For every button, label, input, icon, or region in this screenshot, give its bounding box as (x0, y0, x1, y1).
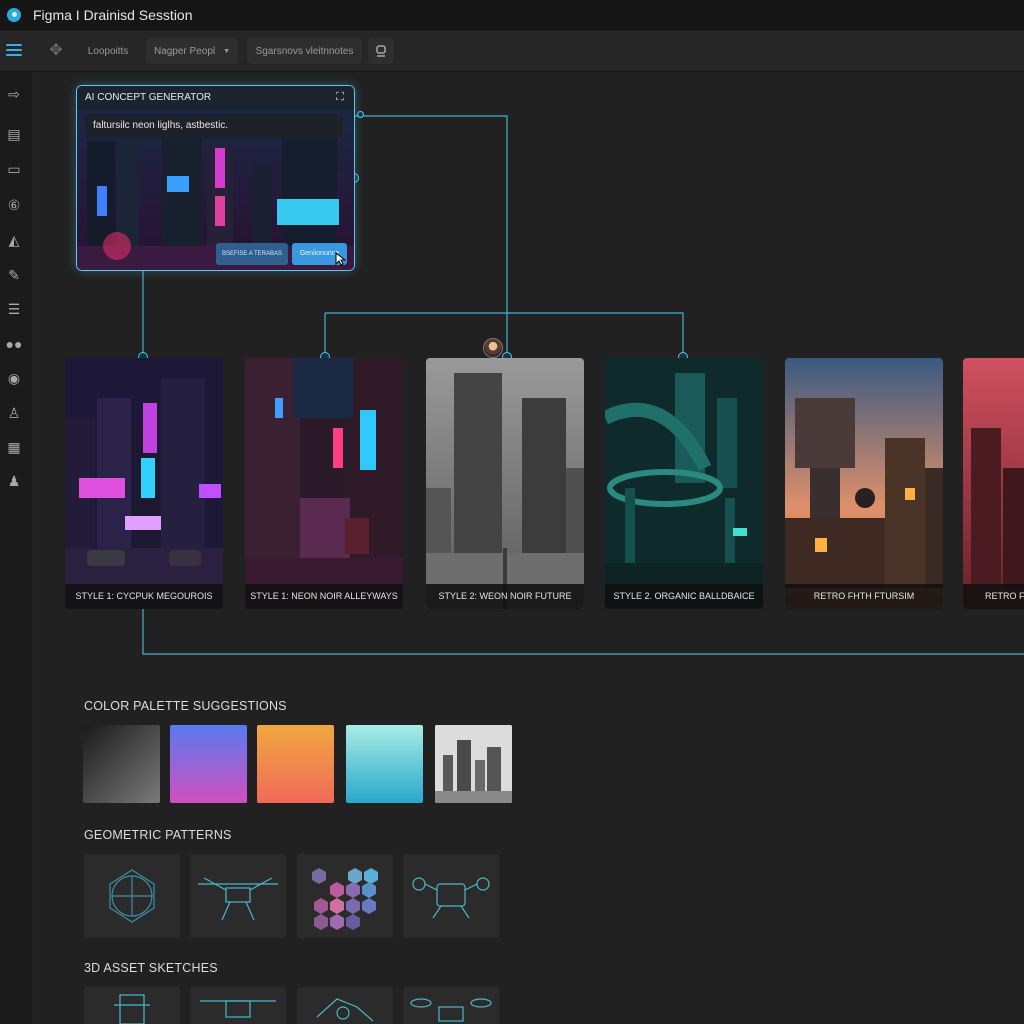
design-canvas[interactable]: AI CONCEPT GENERATOR ⛶ faltursilc neon l… (35, 72, 1024, 1024)
toolbar-item-3[interactable]: Sgarsnovs vleitnnotes (247, 38, 362, 64)
pattern-tile-1[interactable] (84, 854, 180, 938)
neon-alley-image (245, 358, 403, 609)
shape-icon[interactable]: ◭ (5, 231, 23, 249)
title-bar: Figma I Drainisd Sesstion (0, 0, 1024, 30)
noir-towers-image (426, 358, 584, 609)
sketch-tile-1[interactable] (84, 987, 180, 1024)
menu-icon[interactable] (4, 40, 24, 60)
sketch-tile-3[interactable] (297, 987, 393, 1024)
style-caption: STYLE 1: CYCPUK MEGOUROIS (65, 584, 223, 609)
style-card-2[interactable]: STYLE 1: NEON NOIR ALLEYWAYS (245, 358, 403, 609)
hexagon-pattern-icon (312, 868, 378, 930)
style-caption: STYLE 2: WEON NOIR FUTURE (426, 584, 584, 609)
retro-futurism-image (785, 358, 943, 609)
pen-icon[interactable]: ✎ (5, 266, 23, 284)
app-logo-icon (7, 7, 21, 22)
style-caption: STYLE 2. ORGANIC BALLDBAICE (605, 584, 763, 609)
connector-node[interactable] (357, 111, 364, 118)
document-icon[interactable]: ▤ (5, 125, 23, 143)
window-title: Figma I Drainisd Sesstion (33, 6, 193, 23)
style-card-3[interactable]: STYLE 2: WEON NOIR FUTURE (426, 358, 584, 609)
organic-structure-image (605, 358, 763, 609)
list-icon[interactable]: ☰ (5, 300, 23, 318)
chevron-down-icon: ▼ (223, 47, 231, 55)
pin-icon[interactable]: ⛶ (333, 90, 347, 104)
calendar-icon[interactable]: ▦ (5, 438, 23, 456)
circle-badge-icon[interactable]: ◉ (5, 369, 23, 387)
toolbar: ✥ Loopoitts Nagper Peopl ▼ Sgarsnovs vle… (0, 30, 1024, 72)
sketch-tile-2[interactable] (190, 987, 286, 1024)
robot-sketch-icon (114, 994, 150, 1024)
monitor-icon[interactable]: ▭ (5, 160, 23, 178)
generator-title: AI CONCEPT GENERATOR (77, 86, 354, 110)
move-tool-icon[interactable]: ✥ (47, 42, 65, 60)
arrow-right-icon[interactable]: ⇨ (5, 85, 23, 103)
color-swatch-teal[interactable] (346, 725, 423, 803)
pattern-tile-4[interactable] (403, 854, 499, 938)
pattern-tile-3[interactable] (297, 854, 393, 938)
style-caption: RETRO FHTH FTURSIM (785, 584, 943, 609)
left-sidebar: ⇨ ▤ ▭ ⑥ ◭ ✎ ☰ ●● ◉ ♙ ▦ ♟ (0, 72, 34, 1024)
sketch-city-thumbnail (435, 725, 512, 803)
color-swatch-orange[interactable] (257, 725, 334, 803)
app-window: Figma I Drainisd Sesstion ✥ Loopoitts Na… (0, 0, 1024, 1024)
style-card-6[interactable]: RETRO FI (963, 358, 1024, 609)
sketches-section-title: 3D ASSET SKETCHES (84, 961, 218, 975)
mech-wireframe-icon (412, 877, 490, 919)
pattern-tile-2[interactable] (190, 854, 286, 938)
toolbar-dropdown[interactable]: Nagper Peopl ▼ (146, 38, 238, 64)
color-swatch-dark[interactable] (83, 725, 160, 803)
secondary-action-button[interactable]: BSEFISE A TERABAS (216, 243, 288, 265)
toolbar-item-1[interactable]: Loopoitts (73, 38, 143, 64)
color-swatch-sketch[interactable] (435, 725, 512, 803)
avatar[interactable] (483, 338, 503, 358)
quadcopter-sketch-icon (410, 998, 492, 1022)
toolbar-dropdown-label: Nagper Peopl (153, 45, 216, 57)
style-caption: RETRO FI (963, 584, 1024, 609)
style-card-5[interactable]: RETRO FHTH FTURSIM (785, 358, 943, 609)
palette-section-title: COLOR PALETTE SUGGESTIONS (84, 699, 287, 713)
person-icon[interactable]: ♙ (5, 404, 23, 422)
patterns-section-title: GEOMETRIC PATTERNS (84, 828, 232, 842)
user-icon[interactable]: ♟ (5, 472, 23, 490)
users-icon[interactable]: ●● (5, 335, 23, 353)
geometric-emblem-icon (109, 869, 155, 923)
sketch-tile-4[interactable] (403, 987, 499, 1024)
drone-sketch-icon (200, 1000, 276, 1018)
cyberpunk-city-image (65, 358, 223, 609)
ai-concept-generator-panel[interactable]: AI CONCEPT GENERATOR ⛶ faltursilc neon l… (76, 85, 355, 271)
comment-icon[interactable] (368, 38, 394, 64)
style-caption: STYLE 1: NEON NOIR ALLEYWAYS (245, 584, 403, 609)
cursor-icon (335, 252, 347, 266)
drone-wireframe-icon (198, 877, 278, 921)
prompt-input[interactable]: faltursilc neon liglhs, astbestic. (85, 114, 343, 138)
retro-city-image (963, 358, 1024, 609)
vehicle-sketch-icon (316, 998, 374, 1022)
style-card-4[interactable]: STYLE 2. ORGANIC BALLDBAICE (605, 358, 763, 609)
style-card-1[interactable]: STYLE 1: CYCPUK MEGOUROIS (65, 358, 223, 609)
number-six-icon[interactable]: ⑥ (5, 196, 23, 214)
color-swatch-purple[interactable] (170, 725, 247, 803)
